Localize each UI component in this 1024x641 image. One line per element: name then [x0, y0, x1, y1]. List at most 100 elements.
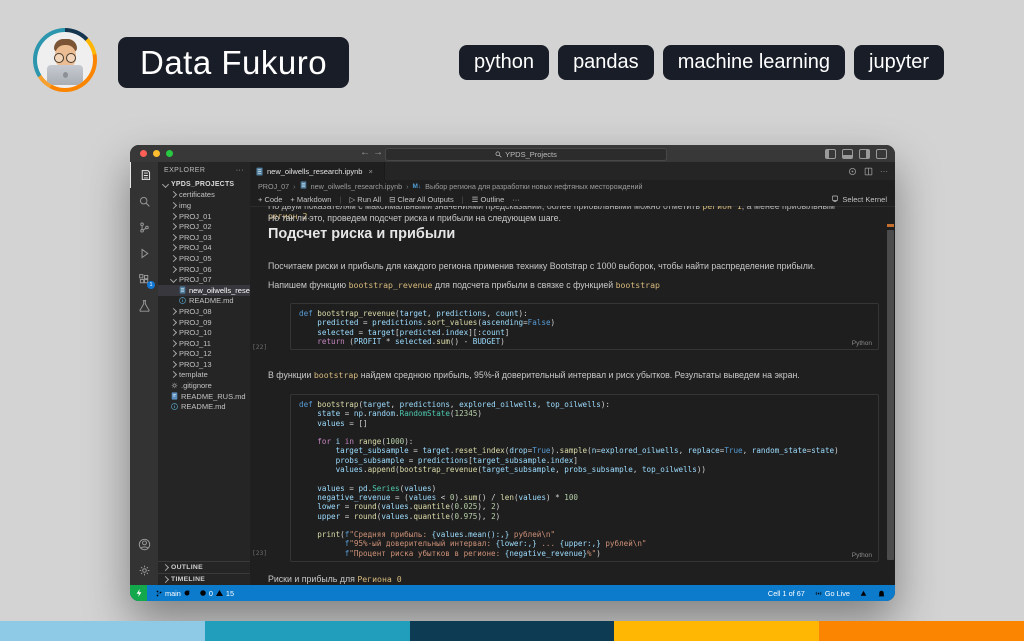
tree-item-proj_08[interactable]: PROJ_08 [158, 306, 250, 317]
panel-timeline[interactable]: TIMELINE [158, 573, 250, 585]
text-run: Напишем функцию [268, 280, 349, 290]
testing-icon[interactable] [130, 292, 158, 318]
history-back-icon[interactable]: ← [360, 147, 370, 158]
split-editor-icon[interactable] [864, 167, 873, 176]
maximize-window-button[interactable] [166, 150, 173, 157]
chevron-right-icon [171, 256, 176, 261]
close-window-button[interactable] [140, 150, 147, 157]
tree-item-proj_01[interactable]: PROJ_01 [158, 211, 250, 222]
tree-item-proj_05[interactable]: PROJ_05 [158, 253, 250, 264]
code-cell-2[interactable]: def bootstrap(target, predictions, explo… [290, 394, 879, 562]
breadcrumb[interactable]: PROJ_07›new_oilwells_research.ipynb›M↓Вы… [250, 180, 895, 192]
add-code-button[interactable]: + Code [258, 195, 282, 204]
breadcrumb-separator: › [293, 182, 295, 191]
scrollbar-thumb[interactable] [887, 230, 894, 560]
customize-layout-icon[interactable] [876, 149, 887, 159]
info-icon [179, 297, 186, 304]
remote-indicator[interactable] [130, 585, 147, 601]
cell-position-status[interactable]: Cell 1 of 67 [768, 589, 805, 598]
tree-item-proj_09[interactable]: PROJ_09 [158, 317, 250, 328]
toggle-panel-icon[interactable] [842, 149, 853, 159]
markdown-paragraph: Посчитаем риски и прибыль для каждого ре… [268, 261, 865, 271]
chevron-right-icon [171, 267, 176, 272]
outline-button[interactable]: ☰ Outline [472, 195, 505, 204]
tree-item-label: README.md [189, 296, 234, 305]
cell-language-label: Python [852, 552, 872, 559]
go-live-button[interactable]: Go Live [814, 589, 850, 598]
code-line: def bootstrap(target, predictions, explo… [299, 400, 870, 409]
tree-item-label: README_RUS.md [181, 392, 246, 401]
error-icon [199, 589, 207, 597]
tree-item-proj_11[interactable]: PROJ_11 [158, 338, 250, 349]
history-forward-icon[interactable]: → [373, 147, 383, 158]
chevron-right-icon [171, 320, 176, 325]
tree-item-certificates[interactable]: certificates [158, 190, 250, 201]
explorer-icon[interactable] [130, 162, 159, 188]
chevron-right-icon [171, 214, 176, 219]
text-run: , а менее прибыльным [742, 206, 835, 211]
status-bar: main 0 15 Cell 1 of 67 Go Live [130, 585, 895, 601]
chevron-down-icon [171, 277, 176, 282]
tree-item-img[interactable]: img [158, 200, 250, 211]
settings-gear-icon[interactable] [130, 557, 158, 583]
tab-notebook[interactable]: new_oilwells_research.ipynb × [250, 162, 385, 180]
run-debug-icon[interactable] [130, 240, 158, 266]
tree-item-.gitignore[interactable]: .gitignore [158, 380, 250, 391]
notifications-bell-icon[interactable] [877, 589, 886, 598]
tree-item-template[interactable]: template [158, 370, 250, 381]
run-cells-icon[interactable] [848, 167, 857, 176]
breadcrumb-item[interactable]: new_oilwells_research.ipynb [311, 182, 403, 191]
tree-item-readme.md[interactable]: README.md [158, 296, 250, 307]
tree-item-proj_03[interactable]: PROJ_03 [158, 232, 250, 243]
run-all-button[interactable]: ▷ Run All [349, 195, 381, 204]
code-line [299, 428, 870, 437]
command-search-input[interactable]: YPDS_Projects [385, 148, 667, 161]
git-branch-status[interactable]: main [155, 589, 191, 598]
select-kernel-button[interactable]: Select Kernel [831, 195, 887, 204]
close-tab-icon[interactable]: × [368, 167, 372, 176]
tree-item-proj_04[interactable]: PROJ_04 [158, 243, 250, 254]
tree-item-readme_rus.md[interactable]: README_RUS.md [158, 391, 250, 402]
breadcrumb-separator: › [406, 182, 408, 191]
inline-code: Региона 0 [357, 574, 401, 584]
panel-outline[interactable]: OUTLINE [158, 561, 250, 573]
toolbar-more-actions-icon[interactable]: ··· [512, 195, 520, 204]
cell-language-label: Python [852, 340, 872, 347]
text-run: В функции [268, 370, 314, 380]
breadcrumb-item[interactable]: PROJ_07 [258, 182, 289, 191]
add-markdown-button[interactable]: + Markdown [290, 195, 331, 204]
toggle-secondary-sidebar-icon[interactable] [859, 149, 870, 159]
search-sidebar-icon[interactable] [130, 188, 158, 214]
explorer-more-actions-icon[interactable]: ··· [236, 167, 244, 174]
extensions-icon[interactable]: 1 [130, 266, 158, 292]
color-stripe [410, 621, 615, 641]
code-cell-1[interactable]: def bootstrap_revenue(target, prediction… [290, 303, 879, 350]
notebook-file-icon [256, 167, 263, 176]
tree-item-proj_10[interactable]: PROJ_10 [158, 327, 250, 338]
tree-item-proj_02[interactable]: PROJ_02 [158, 221, 250, 232]
tree-item-proj_07[interactable]: PROJ_07 [158, 274, 250, 285]
problems-status[interactable]: 0 15 [199, 589, 234, 598]
source-control-icon[interactable] [130, 214, 158, 240]
text-run: найдем среднюю прибыль, 95%-й доверитель… [358, 370, 800, 380]
toggle-sidebar-icon[interactable] [825, 149, 836, 159]
tree-item-ypds_projects[interactable]: YPDS_PROJECTS [158, 179, 250, 190]
chevron-right-icon [171, 235, 176, 240]
code-line: predicted = predictions.sort_values(asce… [299, 318, 870, 327]
tag-jupyter: jupyter [854, 45, 944, 80]
code-line: values = pd.Series(values) [299, 484, 870, 493]
tree-item-proj_12[interactable]: PROJ_12 [158, 349, 250, 360]
kernel-icon [831, 195, 839, 203]
feedback-icon[interactable] [859, 589, 868, 598]
editor-more-actions-icon[interactable]: ··· [880, 167, 888, 176]
clear-outputs-button[interactable]: ⊟ Clear All Outputs [389, 195, 454, 204]
tree-item-proj_13[interactable]: PROJ_13 [158, 359, 250, 370]
tree-item-readme.md[interactable]: README.md [158, 401, 250, 412]
code-line: selected = target[predicted.index][:coun… [299, 328, 870, 337]
breadcrumb-item[interactable]: Выбор региона для разработки новых нефтя… [425, 182, 642, 191]
activity-bar: 1 [130, 162, 158, 585]
account-icon[interactable] [130, 531, 158, 557]
tree-item-new_oilwells_research.i...[interactable]: new_oilwells_research.i... [158, 285, 250, 296]
minimize-window-button[interactable] [153, 150, 160, 157]
tree-item-proj_06[interactable]: PROJ_06 [158, 264, 250, 275]
